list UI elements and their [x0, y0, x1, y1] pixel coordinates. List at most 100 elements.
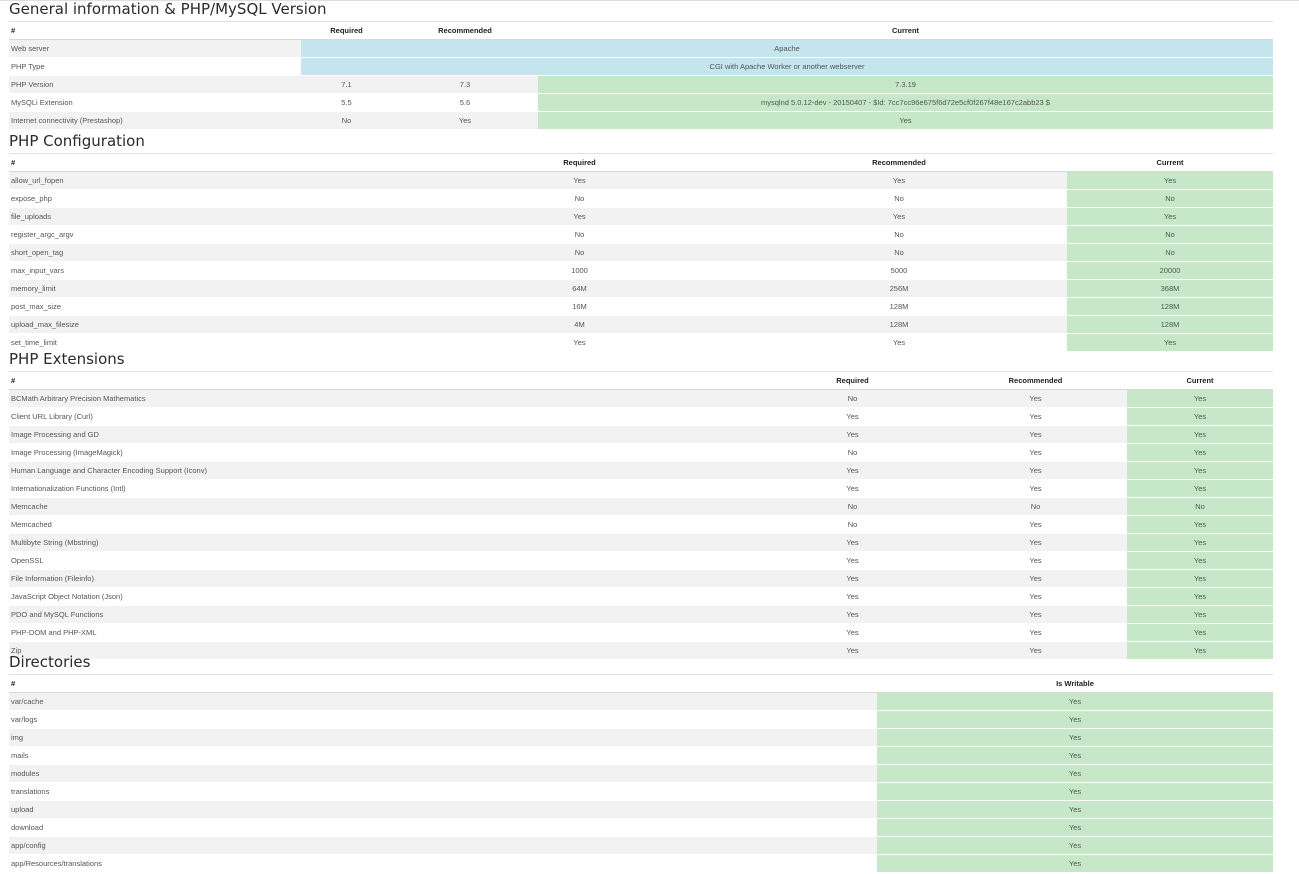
required-value: Yes [428, 171, 731, 190]
row-label: short_open_tag [9, 243, 428, 262]
col-header-recommended: Recommended [392, 22, 538, 40]
table-row: Internet connectivity (Prestashop) No Ye… [9, 111, 1273, 129]
col-header-recommended: Recommended [944, 372, 1127, 390]
php-configuration-table: # Required Recommended Current allow_url… [9, 154, 1273, 351]
row-label: file_uploads [9, 207, 428, 226]
recommended-value: Yes [731, 333, 1067, 351]
current-value: Yes [1067, 333, 1273, 351]
row-label: register_argc_argv [9, 225, 428, 244]
current-value: No [1067, 189, 1273, 208]
table-row: MySQLi Extension 5.5 5.6 mysqlnd 5.0.12-… [9, 93, 1273, 112]
row-label: memory_limit [9, 279, 428, 298]
required-value: Yes [761, 623, 944, 642]
php-extensions-table: # Required Recommended Current BCMath Ar… [9, 372, 1273, 659]
recommended-value: 5000 [731, 261, 1067, 280]
directory-path: download [9, 818, 877, 837]
table-row: Client URL Library (Curl) Yes Yes Yes [9, 407, 1273, 426]
writable-value: Yes [877, 854, 1273, 872]
recommended-value: Yes [944, 515, 1127, 534]
col-header-required: Required [761, 372, 944, 390]
current-value: Yes [1127, 605, 1273, 624]
required-value: No [761, 497, 944, 516]
recommended-value: No [731, 243, 1067, 262]
table-row: app/Resources/translations Yes [9, 854, 1273, 872]
table-row: memory_limit 64M 256M 368M [9, 279, 1273, 298]
row-label: PHP-DOM and PHP-XML [9, 623, 761, 642]
table-row: short_open_tag No No No [9, 243, 1273, 262]
required-value: No [428, 225, 731, 244]
recommended-value: Yes [944, 623, 1127, 642]
col-header-current: Current [1127, 372, 1273, 390]
current-value: Yes [1127, 461, 1273, 480]
row-label: expose_php [9, 189, 428, 208]
row-label: Human Language and Character Encoding Su… [9, 461, 761, 480]
required-value: Yes [761, 605, 944, 624]
table-row: allow_url_fopen Yes Yes Yes [9, 171, 1273, 190]
recommended-value: Yes [944, 407, 1127, 426]
recommended-value: Yes [944, 461, 1127, 480]
recommended-value: Yes [944, 587, 1127, 606]
recommended-value: Yes [731, 171, 1067, 190]
table-row: Web server Apache [9, 39, 1273, 58]
recommended-value: 256M [731, 279, 1067, 298]
recommended-value: Yes [944, 425, 1127, 444]
recommended-value: Yes [944, 443, 1127, 462]
section-title: PHP Configuration [9, 132, 145, 150]
writable-value: Yes [877, 746, 1273, 765]
current-value: mysqlnd 5.0.12-dev - 20150407 - $Id: 7cc… [538, 93, 1273, 112]
table-row: PHP-DOM and PHP-XML Yes Yes Yes [9, 623, 1273, 642]
row-label: Internet connectivity (Prestashop) [9, 111, 301, 129]
required-value: 1000 [428, 261, 731, 280]
required-value: Yes [428, 207, 731, 226]
col-header-is-writable: Is Writable [877, 675, 1273, 693]
table-row: OpenSSL Yes Yes Yes [9, 551, 1273, 570]
required-value: Yes [761, 479, 944, 498]
table-row: Memcached No Yes Yes [9, 515, 1273, 534]
table-row: File Information (Fileinfo) Yes Yes Yes [9, 569, 1273, 588]
writable-value: Yes [877, 836, 1273, 855]
recommended-value: 128M [731, 297, 1067, 316]
current-value: 368M [1067, 279, 1273, 298]
directory-path: img [9, 728, 877, 747]
required-value: Yes [761, 587, 944, 606]
row-label: MySQLi Extension [9, 93, 301, 112]
col-header-hash: # [9, 675, 877, 693]
table-row: Human Language and Character Encoding Su… [9, 461, 1273, 480]
recommended-value: 5.6 [392, 93, 538, 112]
recommended-value: No [731, 225, 1067, 244]
directories-table: # Is Writable var/cache Yes var/logs Yes… [9, 675, 1273, 872]
recommended-value: Yes [944, 389, 1127, 408]
col-header-required: Required [428, 154, 731, 172]
table-row: max_input_vars 1000 5000 20000 [9, 261, 1273, 280]
table-row: var/logs Yes [9, 710, 1273, 729]
row-label: Client URL Library (Curl) [9, 407, 761, 426]
col-header-hash: # [9, 22, 301, 40]
current-value: Yes [1127, 533, 1273, 552]
recommended-value: Yes [944, 569, 1127, 588]
table-row: Image Processing (ImageMagick) No Yes Ye… [9, 443, 1273, 462]
table-row: Internationalization Functions (Intl) Ye… [9, 479, 1273, 498]
php-configuration-section: PHP Configuration # Required Recommended… [9, 132, 1273, 351]
table-row: JavaScript Object Notation (Json) Yes Ye… [9, 587, 1273, 606]
current-value: Yes [1127, 479, 1273, 498]
current-value: Yes [1127, 443, 1273, 462]
table-row: file_uploads Yes Yes Yes [9, 207, 1273, 226]
recommended-value: No [731, 189, 1067, 208]
current-value: Yes [1067, 207, 1273, 226]
row-label: allow_url_fopen [9, 171, 428, 190]
required-value: No [761, 389, 944, 408]
current-value: 128M [1067, 315, 1273, 334]
current-value: 128M [1067, 297, 1273, 316]
table-header-row: # Required Recommended Current [9, 372, 1273, 390]
row-label: Image Processing and GD [9, 425, 761, 444]
table-row: expose_php No No No [9, 189, 1273, 208]
required-value: 7.1 [301, 75, 392, 94]
table-row: PHP Version 7.1 7.3 7.3.19 [9, 75, 1273, 94]
required-value: No [428, 243, 731, 262]
row-label: File Information (Fileinfo) [9, 569, 761, 588]
required-value: Yes [761, 551, 944, 570]
current-value: 7.3.19 [538, 75, 1273, 94]
current-value: CGI with Apache Worker or another webser… [301, 57, 1273, 76]
current-value: Apache [301, 39, 1273, 58]
row-label: upload_max_filesize [9, 315, 428, 334]
